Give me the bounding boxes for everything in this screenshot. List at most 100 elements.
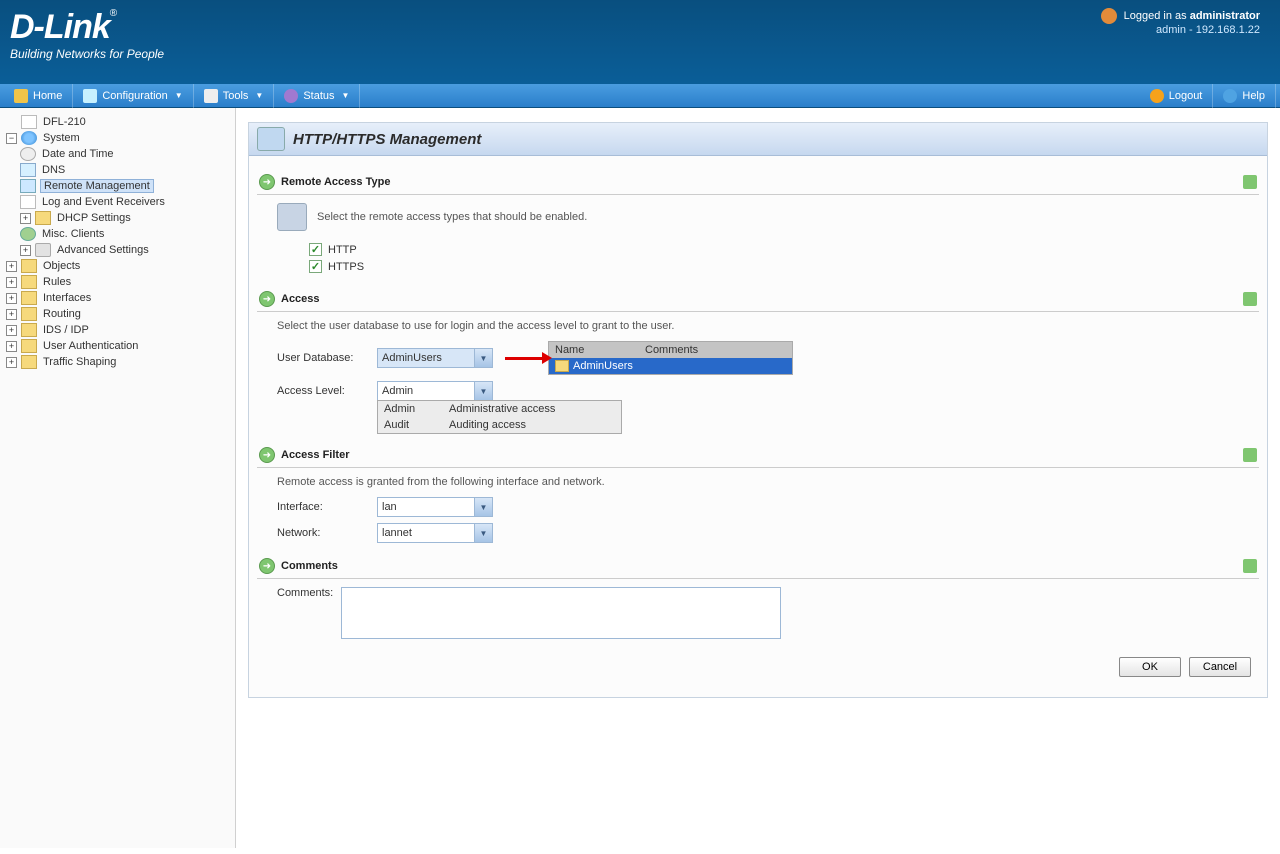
select-network[interactable]: lannet ▼ <box>377 523 493 543</box>
dropdown-item-adminusers[interactable]: AdminUsers <box>549 358 792 374</box>
tree-user-auth[interactable]: +User Authentication <box>6 338 229 354</box>
misc-icon <box>20 227 36 241</box>
access-level-dropdown: Admin Administrative access Audit Auditi… <box>377 400 622 434</box>
log-icon <box>20 195 36 209</box>
tree-objects[interactable]: +Objects <box>6 258 229 274</box>
section-flag-icon <box>1243 559 1257 573</box>
login-prefix: Logged in as <box>1124 10 1190 22</box>
chevron-down-icon: ▼ <box>474 349 492 367</box>
cancel-button[interactable]: Cancel <box>1189 657 1251 677</box>
label-comments: Comments: <box>277 587 333 639</box>
folder-icon <box>21 323 37 337</box>
tree-dns[interactable]: DNS <box>6 162 229 178</box>
section-comments: ➜ Comments <box>257 552 1259 579</box>
gear-icon <box>35 243 51 257</box>
dns-icon <box>20 163 36 177</box>
tree-advanced[interactable]: +Advanced Settings <box>6 242 229 258</box>
folder-icon <box>21 291 37 305</box>
dropdown-item-audit[interactable]: Audit Auditing access <box>378 417 621 433</box>
label-https: HTTPS <box>328 261 364 273</box>
folder-icon <box>21 259 37 273</box>
app-header: D-Link® Building Networks for People Log… <box>0 0 1280 84</box>
tree-log-event[interactable]: Log and Event Receivers <box>6 194 229 210</box>
tree-interfaces[interactable]: +Interfaces <box>6 290 229 306</box>
nav-tree: DFL-210 −System Date and Time DNS Remote… <box>6 114 229 370</box>
section-remote-access: ➜ Remote Access Type <box>257 168 1259 195</box>
brand-tagline: Building Networks for People <box>10 47 164 61</box>
chevron-down-icon: ▼ <box>175 91 183 100</box>
label-network: Network: <box>277 527 377 539</box>
annotation-arrow <box>505 357 544 360</box>
tree-remote-management[interactable]: Remote Management <box>6 178 229 194</box>
page-title-icon <box>257 127 285 151</box>
select-access-level[interactable]: Admin ▼ <box>377 381 493 401</box>
textarea-comments[interactable] <box>341 587 781 639</box>
label-interface: Interface: <box>277 501 377 513</box>
folder-icon <box>21 339 37 353</box>
menu-configuration[interactable]: Configuration▼ <box>73 84 193 108</box>
main-content: HTTP/HTTPS Management ➜ Remote Access Ty… <box>236 108 1280 848</box>
menubar: Home Configuration▼ Tools▼ Status▼ Logou… <box>0 84 1280 108</box>
remote-access-desc: Select the remote access types that shou… <box>317 211 587 223</box>
clock-icon <box>20 147 36 161</box>
label-http: HTTP <box>328 244 357 256</box>
folder-icon <box>21 307 37 321</box>
ok-button[interactable]: OK <box>1119 657 1181 677</box>
menu-help[interactable]: Help <box>1213 84 1276 108</box>
tree-rules[interactable]: +Rules <box>6 274 229 290</box>
select-user-database[interactable]: AdminUsers ▼ <box>377 348 493 368</box>
menu-home[interactable]: Home <box>4 84 73 108</box>
select-interface[interactable]: lan ▼ <box>377 497 493 517</box>
chevron-down-icon: ▼ <box>255 91 263 100</box>
menu-tools[interactable]: Tools▼ <box>194 84 275 108</box>
label-user-database: User Database: <box>277 352 377 364</box>
globe-icon <box>21 131 37 145</box>
arrow-icon: ➜ <box>259 447 275 463</box>
remote-icon <box>20 179 36 193</box>
tree-ids-idp[interactable]: +IDS / IDP <box>6 322 229 338</box>
chevron-down-icon: ▼ <box>474 524 492 542</box>
section-access: ➜ Access <box>257 285 1259 312</box>
section-flag-icon <box>1243 448 1257 462</box>
page-title-bar: HTTP/HTTPS Management <box>249 123 1267 156</box>
main-panel: HTTP/HTTPS Management ➜ Remote Access Ty… <box>248 122 1268 698</box>
tree-traffic[interactable]: +Traffic Shaping <box>6 354 229 370</box>
menu-logout[interactable]: Logout <box>1140 84 1214 108</box>
folder-icon <box>21 355 37 369</box>
filter-desc: Remote access is granted from the follow… <box>277 476 605 488</box>
tree-system[interactable]: −System <box>6 130 229 146</box>
section-access-filter: ➜ Access Filter <box>257 441 1259 468</box>
tools-icon <box>204 89 218 103</box>
arrow-icon: ➜ <box>259 558 275 574</box>
page-title: HTTP/HTTPS Management <box>293 131 481 148</box>
dropdown-header: Name Comments <box>549 342 792 358</box>
login-info: Logged in as administrator admin - 192.1… <box>1101 8 1260 36</box>
tree-dhcp[interactable]: +DHCP Settings <box>6 210 229 226</box>
status-icon <box>284 89 298 103</box>
folder-icon <box>21 275 37 289</box>
checkbox-https[interactable]: ✓ <box>309 260 322 273</box>
folder-icon <box>35 211 51 225</box>
logout-icon <box>1150 89 1164 103</box>
section-flag-icon <box>1243 292 1257 306</box>
menu-status[interactable]: Status▼ <box>274 84 360 108</box>
sidebar: DFL-210 −System Date and Time DNS Remote… <box>0 108 236 848</box>
login-user: administrator <box>1190 10 1260 22</box>
home-icon <box>14 89 28 103</box>
dropdown-item-admin[interactable]: Admin Administrative access <box>378 401 621 417</box>
tree-misc[interactable]: Misc. Clients <box>6 226 229 242</box>
tree-root[interactable]: DFL-210 <box>6 114 229 130</box>
chevron-down-icon: ▼ <box>474 498 492 516</box>
arrow-icon: ➜ <box>259 174 275 190</box>
device-icon <box>21 115 37 129</box>
server-icon <box>277 203 307 231</box>
tree-date-time[interactable]: Date and Time <box>6 146 229 162</box>
brand-logo: D-Link® Building Networks for People <box>10 8 164 61</box>
section-flag-icon <box>1243 175 1257 189</box>
help-icon <box>1223 89 1237 103</box>
disk-icon <box>83 89 97 103</box>
tree-routing[interactable]: +Routing <box>6 306 229 322</box>
login-sub-link[interactable]: admin - 192.168.1.22 <box>1156 24 1260 36</box>
chevron-down-icon: ▼ <box>342 91 350 100</box>
checkbox-http[interactable]: ✓ <box>309 243 322 256</box>
